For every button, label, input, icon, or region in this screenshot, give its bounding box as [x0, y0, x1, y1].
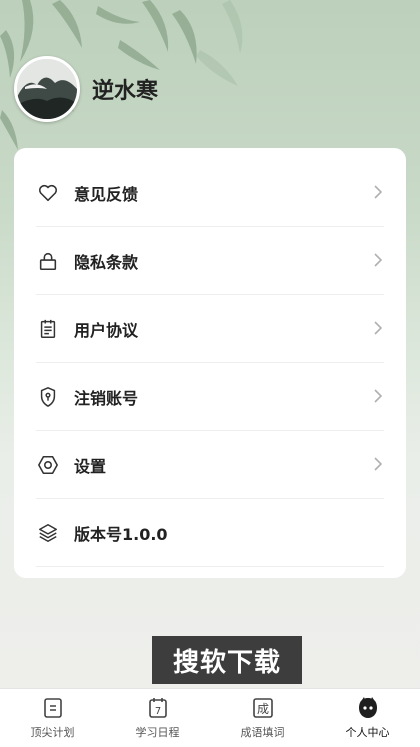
version-label: 版本号1.0.0 — [74, 524, 168, 544]
tab-study-schedule[interactable]: 7 学习日程 — [105, 689, 210, 747]
tab-personal-center[interactable]: 个人中心 — [315, 689, 420, 747]
profile-header: 逆水寒 — [14, 56, 158, 122]
menu-item-version: 版本号1.0.0 — [36, 499, 384, 567]
tab-top-plan[interactable]: 顶尖计划 — [0, 689, 105, 747]
chevron-right-icon — [374, 457, 383, 471]
chevron-right-icon — [374, 389, 383, 403]
tab-label: 顶尖计划 — [30, 726, 75, 739]
watermark-logo: 搜软下载 — [152, 636, 302, 684]
calendar-glyph: 7 — [154, 706, 160, 717]
menu-item-settings[interactable]: 设置 — [36, 431, 384, 499]
avatar[interactable] — [14, 56, 80, 122]
menu-item-feedback[interactable]: 意见反馈 — [36, 159, 384, 227]
heart-icon — [36, 181, 60, 205]
list-icon — [43, 698, 62, 718]
menu-item-delete-account[interactable]: 注销账号 — [36, 363, 384, 431]
layers-icon — [36, 521, 60, 545]
menu-item-label: 用户协议 — [74, 320, 139, 340]
idiom-glyph: 成 — [256, 702, 268, 716]
username: 逆水寒 — [92, 79, 159, 104]
chevron-right-icon — [374, 253, 383, 267]
menu-item-label: 设置 — [74, 456, 107, 476]
tab-idiom-fill[interactable]: 成 成语填词 — [210, 689, 315, 747]
tab-label: 学习日程 — [135, 726, 180, 739]
menu-item-agreement[interactable]: 用户协议 — [36, 295, 384, 363]
calendar-icon: 7 — [148, 698, 167, 718]
watermark-text: 搜软下载 — [172, 647, 281, 678]
lock-icon — [36, 249, 60, 273]
tab-label: 成语填词 — [240, 726, 285, 739]
menu-item-privacy[interactable]: 隐私条款 — [36, 227, 384, 295]
bottom-tab-bar: 顶尖计划 7 学习日程 成 成语填词 个人中心 — [0, 688, 420, 747]
chevron-right-icon — [374, 321, 383, 335]
document-icon — [36, 317, 60, 341]
menu-item-label: 隐私条款 — [74, 252, 139, 272]
menu-item-label: 注销账号 — [74, 388, 139, 408]
profile-face-icon — [358, 697, 377, 718]
idiom-icon: 成 — [252, 698, 273, 718]
menu-card: 意见反馈 隐私条款 用户协议 注销账号 设置 版本号1.0.0 — [14, 148, 406, 578]
shield-icon — [36, 385, 60, 409]
menu-item-label: 意见反馈 — [74, 184, 139, 204]
hexagon-icon — [36, 453, 60, 477]
tab-label: 个人中心 — [345, 726, 390, 739]
chevron-right-icon — [374, 185, 383, 199]
